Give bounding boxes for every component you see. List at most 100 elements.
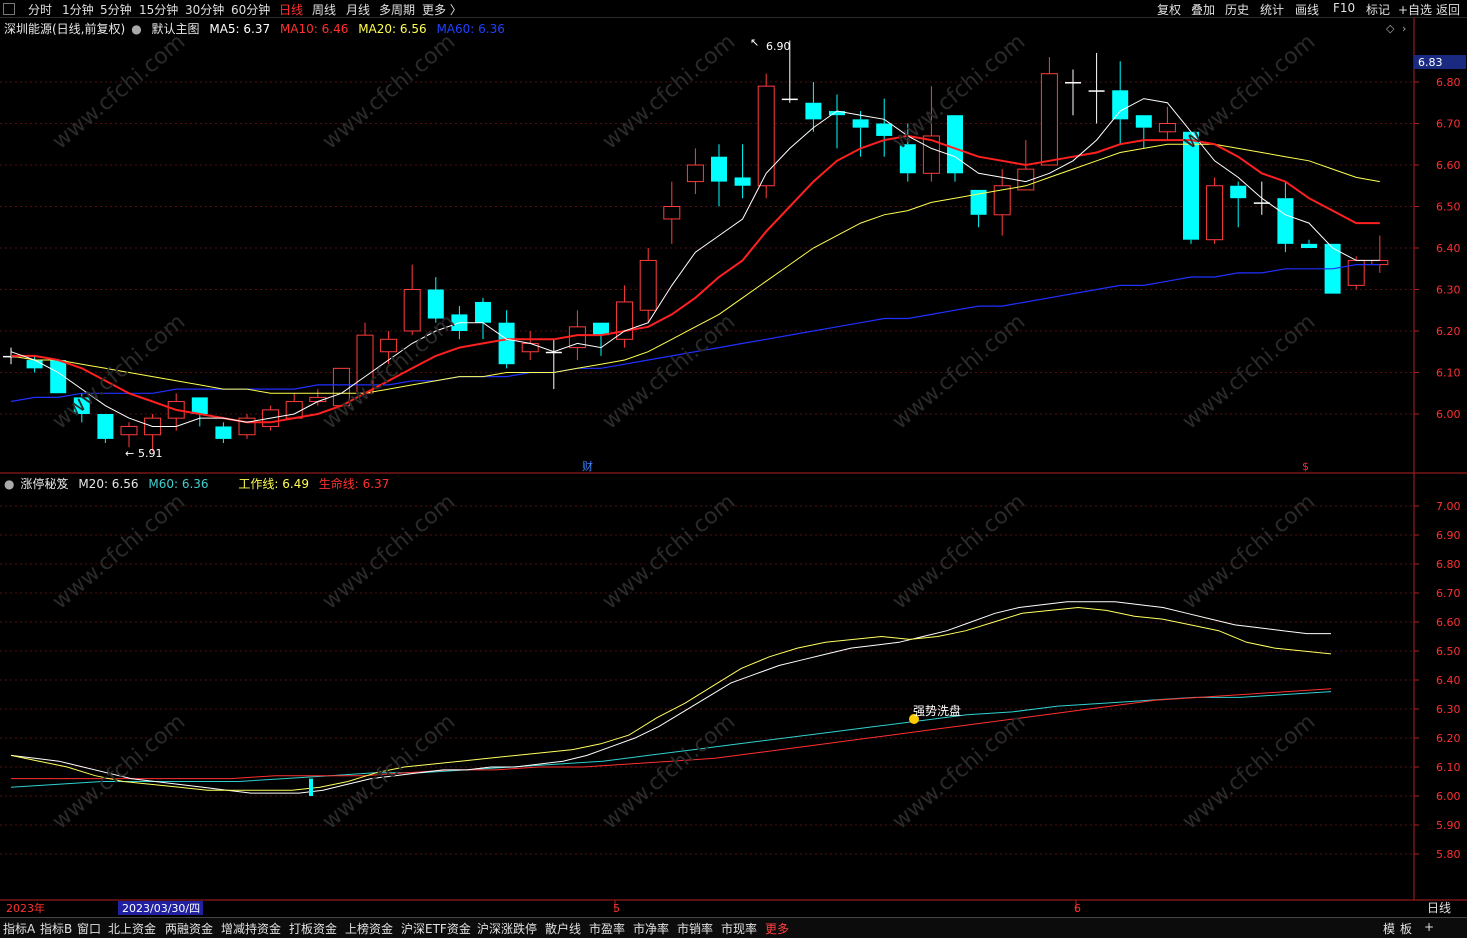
candle-body (970, 189, 987, 215)
period-tab-60min[interactable]: 60分钟 (231, 1, 270, 18)
period-tab-monthly[interactable]: 月线 (346, 1, 370, 18)
period-tab-daily[interactable]: 日线 (279, 1, 303, 18)
moving-average-lines (10, 98, 1380, 427)
tab-holdings-change[interactable]: 增减持资金 (221, 920, 281, 937)
watermark-text: www.cfchi.com (1178, 489, 1320, 614)
restore-rights-button[interactable]: 复权 (1157, 1, 1181, 18)
indicator-tick-label: 6.90 (1436, 529, 1461, 542)
high-price-marker: 6.90 (766, 40, 791, 53)
tab-pe[interactable]: 市盈率 (589, 920, 625, 937)
indicator-settings-icon[interactable]: ● (4, 477, 14, 491)
tab-limit-up-funds[interactable]: 打板资金 (289, 920, 337, 937)
indicator-work-line (10, 606, 1332, 791)
cursor-date: 2023/03/30/四 (122, 902, 200, 915)
tab-indicator-a[interactable]: 指标A (3, 920, 35, 937)
price-tick-label: 6.50 (1436, 201, 1461, 214)
tab-retail-line[interactable]: 散户线 (545, 920, 581, 937)
candle-body (97, 414, 114, 439)
watermark-text: www.cfchi.com (318, 309, 460, 434)
tab-indicator-b[interactable]: 指标B (40, 920, 72, 937)
cursor-date-bg (118, 901, 203, 915)
window-menu-icon[interactable] (3, 3, 15, 15)
tab-margin[interactable]: 两融资金 (165, 920, 213, 937)
candle-body (1017, 168, 1035, 191)
tab-pcf[interactable]: 市现率 (721, 920, 757, 937)
stock-title[interactable]: 深圳能源(日线,前复权) (4, 22, 125, 36)
watermark-text: www.cfchi.com (1178, 709, 1320, 834)
add-window-button[interactable]: + (1424, 920, 1434, 934)
candle-body (1206, 185, 1224, 241)
candle-body (144, 417, 162, 436)
template-button[interactable]: 模 (1383, 920, 1395, 937)
tab-leaderboard-funds[interactable]: 上榜资金 (345, 920, 393, 937)
statistics-button[interactable]: 统计 (1260, 1, 1284, 18)
overlay-button[interactable]: 叠加 (1191, 1, 1215, 18)
price-tick-label: 6.30 (1436, 284, 1461, 297)
indicator-tick-label: 6.20 (1436, 732, 1461, 745)
year-label: 2023年 (6, 901, 45, 915)
watermark-text: www.cfchi.com (1178, 309, 1320, 434)
indicator-name[interactable]: 涨停秘笈 (20, 477, 68, 491)
tab-ps[interactable]: 市销率 (677, 920, 713, 937)
back-button[interactable]: 返回 (1436, 1, 1460, 18)
candle-body (427, 289, 444, 319)
candle-body (1230, 185, 1247, 199)
tab-limit-stats[interactable]: 沪深涨跌停 (477, 920, 537, 937)
candle-body (1371, 259, 1389, 266)
period-tab-1min[interactable]: 1分钟 (62, 1, 94, 18)
candle-body (1253, 202, 1270, 204)
board-button[interactable]: 板 (1400, 920, 1412, 937)
draw-line-button[interactable]: 画线 (1295, 1, 1319, 18)
tab-pb[interactable]: 市净率 (633, 920, 669, 937)
month-label-5: 5 (613, 902, 620, 915)
candle-body (3, 355, 19, 358)
tab-more[interactable]: 更多 (765, 920, 789, 937)
period-tab-multi[interactable]: 多周期 (379, 1, 415, 18)
watermark-text: www.cfchi.com (888, 489, 1030, 614)
period-tab-30min[interactable]: 30分钟 (185, 1, 224, 18)
price-tick-label: 6.70 (1436, 118, 1461, 131)
candle-body (1112, 90, 1129, 120)
candle-body (711, 156, 727, 182)
candle-body (215, 426, 232, 439)
indicator-tick-label: 6.80 (1436, 558, 1461, 571)
ma10-value: MA10: 6.46 (279, 22, 349, 36)
add-watchlist-button[interactable]: +自选 (1398, 1, 1432, 18)
candle-body (380, 338, 398, 353)
period-tab-15min[interactable]: 15分钟 (139, 1, 178, 18)
history-button[interactable]: 历史 (1225, 1, 1249, 18)
period-tab-weekly[interactable]: 周线 (312, 1, 336, 18)
ma5-line (10, 98, 1380, 427)
candle-body (50, 360, 67, 394)
tab-window[interactable]: 窗口 (77, 920, 101, 937)
ma60-value: MA60: 6.36 (436, 22, 505, 36)
candle-body (805, 102, 822, 120)
candle-body (568, 326, 586, 349)
candle-body (475, 301, 491, 323)
dividend-marker[interactable]: $ (1302, 460, 1309, 473)
finance-event-marker[interactable]: 财 (582, 459, 593, 473)
indicator-tick-label: 6.00 (1436, 790, 1461, 803)
period-tab-more[interactable]: 更多 〉 (422, 1, 462, 18)
candle-body (1040, 73, 1058, 166)
candle-body (593, 322, 609, 336)
watermark-text: www.cfchi.com (48, 309, 190, 434)
settings-circle-icon[interactable]: ● (131, 22, 141, 36)
watermark-text: www.cfchi.com (598, 709, 740, 834)
life-line-value: 生命线: 6.37 (318, 477, 390, 491)
m20-value: M20: 6.56 (78, 477, 139, 491)
tab-northbound[interactable]: 北上资金 (108, 920, 156, 937)
diamond-icon[interactable]: ◇ (1386, 22, 1395, 35)
period-tab-分时[interactable]: 分时 (28, 1, 52, 18)
candle-body (1347, 259, 1365, 286)
price-tick-label: 6.40 (1436, 242, 1461, 255)
period-tab-5min[interactable]: 5分钟 (100, 1, 132, 18)
mark-button[interactable]: 标记 (1366, 1, 1390, 18)
collapse-icon[interactable]: › (1402, 22, 1406, 35)
tab-etf-funds[interactable]: 沪深ETF资金 (401, 920, 471, 937)
f10-button[interactable]: F10 (1333, 1, 1355, 15)
candle-body (1301, 243, 1317, 248)
template-label[interactable]: 默认主图 (152, 22, 200, 36)
candle-body (899, 144, 916, 174)
candle-body (1158, 123, 1176, 133)
